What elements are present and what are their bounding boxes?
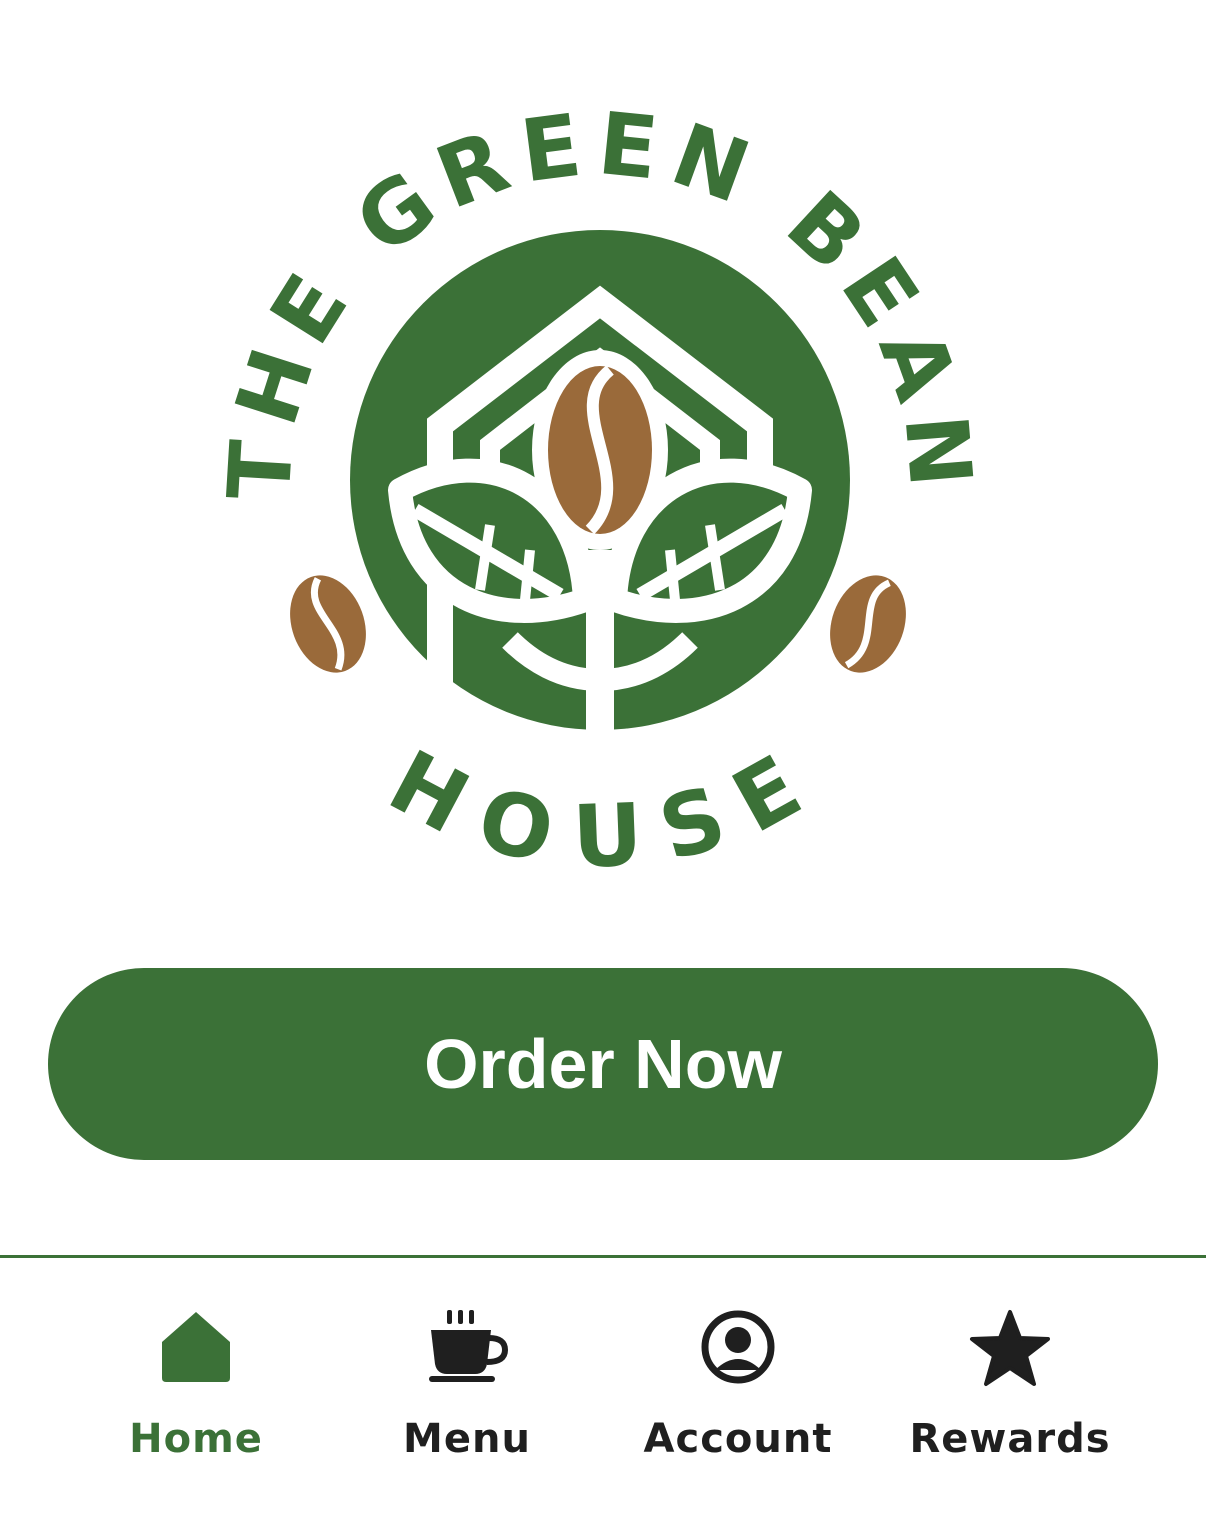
logo-area: THE GREEN BEAN HOUSE [0, 0, 1206, 940]
the-green-bean-house-logo: THE GREEN BEAN HOUSE [210, 94, 980, 888]
left-coffee-bean-icon [290, 575, 366, 673]
right-coffee-bean-icon [830, 575, 906, 673]
account-circle-icon [608, 1308, 868, 1394]
tab-menu-label: Menu [403, 1416, 531, 1462]
tab-home-label: Home [129, 1416, 263, 1462]
logo-arc-bottom-text: HOUSE [374, 731, 828, 888]
tab-account-label: Account [643, 1416, 833, 1462]
central-coffee-bean [532, 350, 668, 550]
star-icon [880, 1308, 1140, 1394]
tab-rewards[interactable]: Rewards [880, 1308, 1140, 1478]
tab-account[interactable]: Account [608, 1308, 868, 1478]
home-icon [66, 1308, 326, 1394]
bottom-tab-bar: Home Menu Account Rewards [0, 1255, 1206, 1529]
tab-menu[interactable]: Menu [337, 1308, 597, 1478]
order-now-button[interactable]: Order Now [48, 968, 1158, 1160]
coffee-cup-icon [337, 1308, 597, 1394]
tab-home[interactable]: Home [66, 1308, 326, 1478]
tab-rewards-label: Rewards [909, 1416, 1111, 1462]
